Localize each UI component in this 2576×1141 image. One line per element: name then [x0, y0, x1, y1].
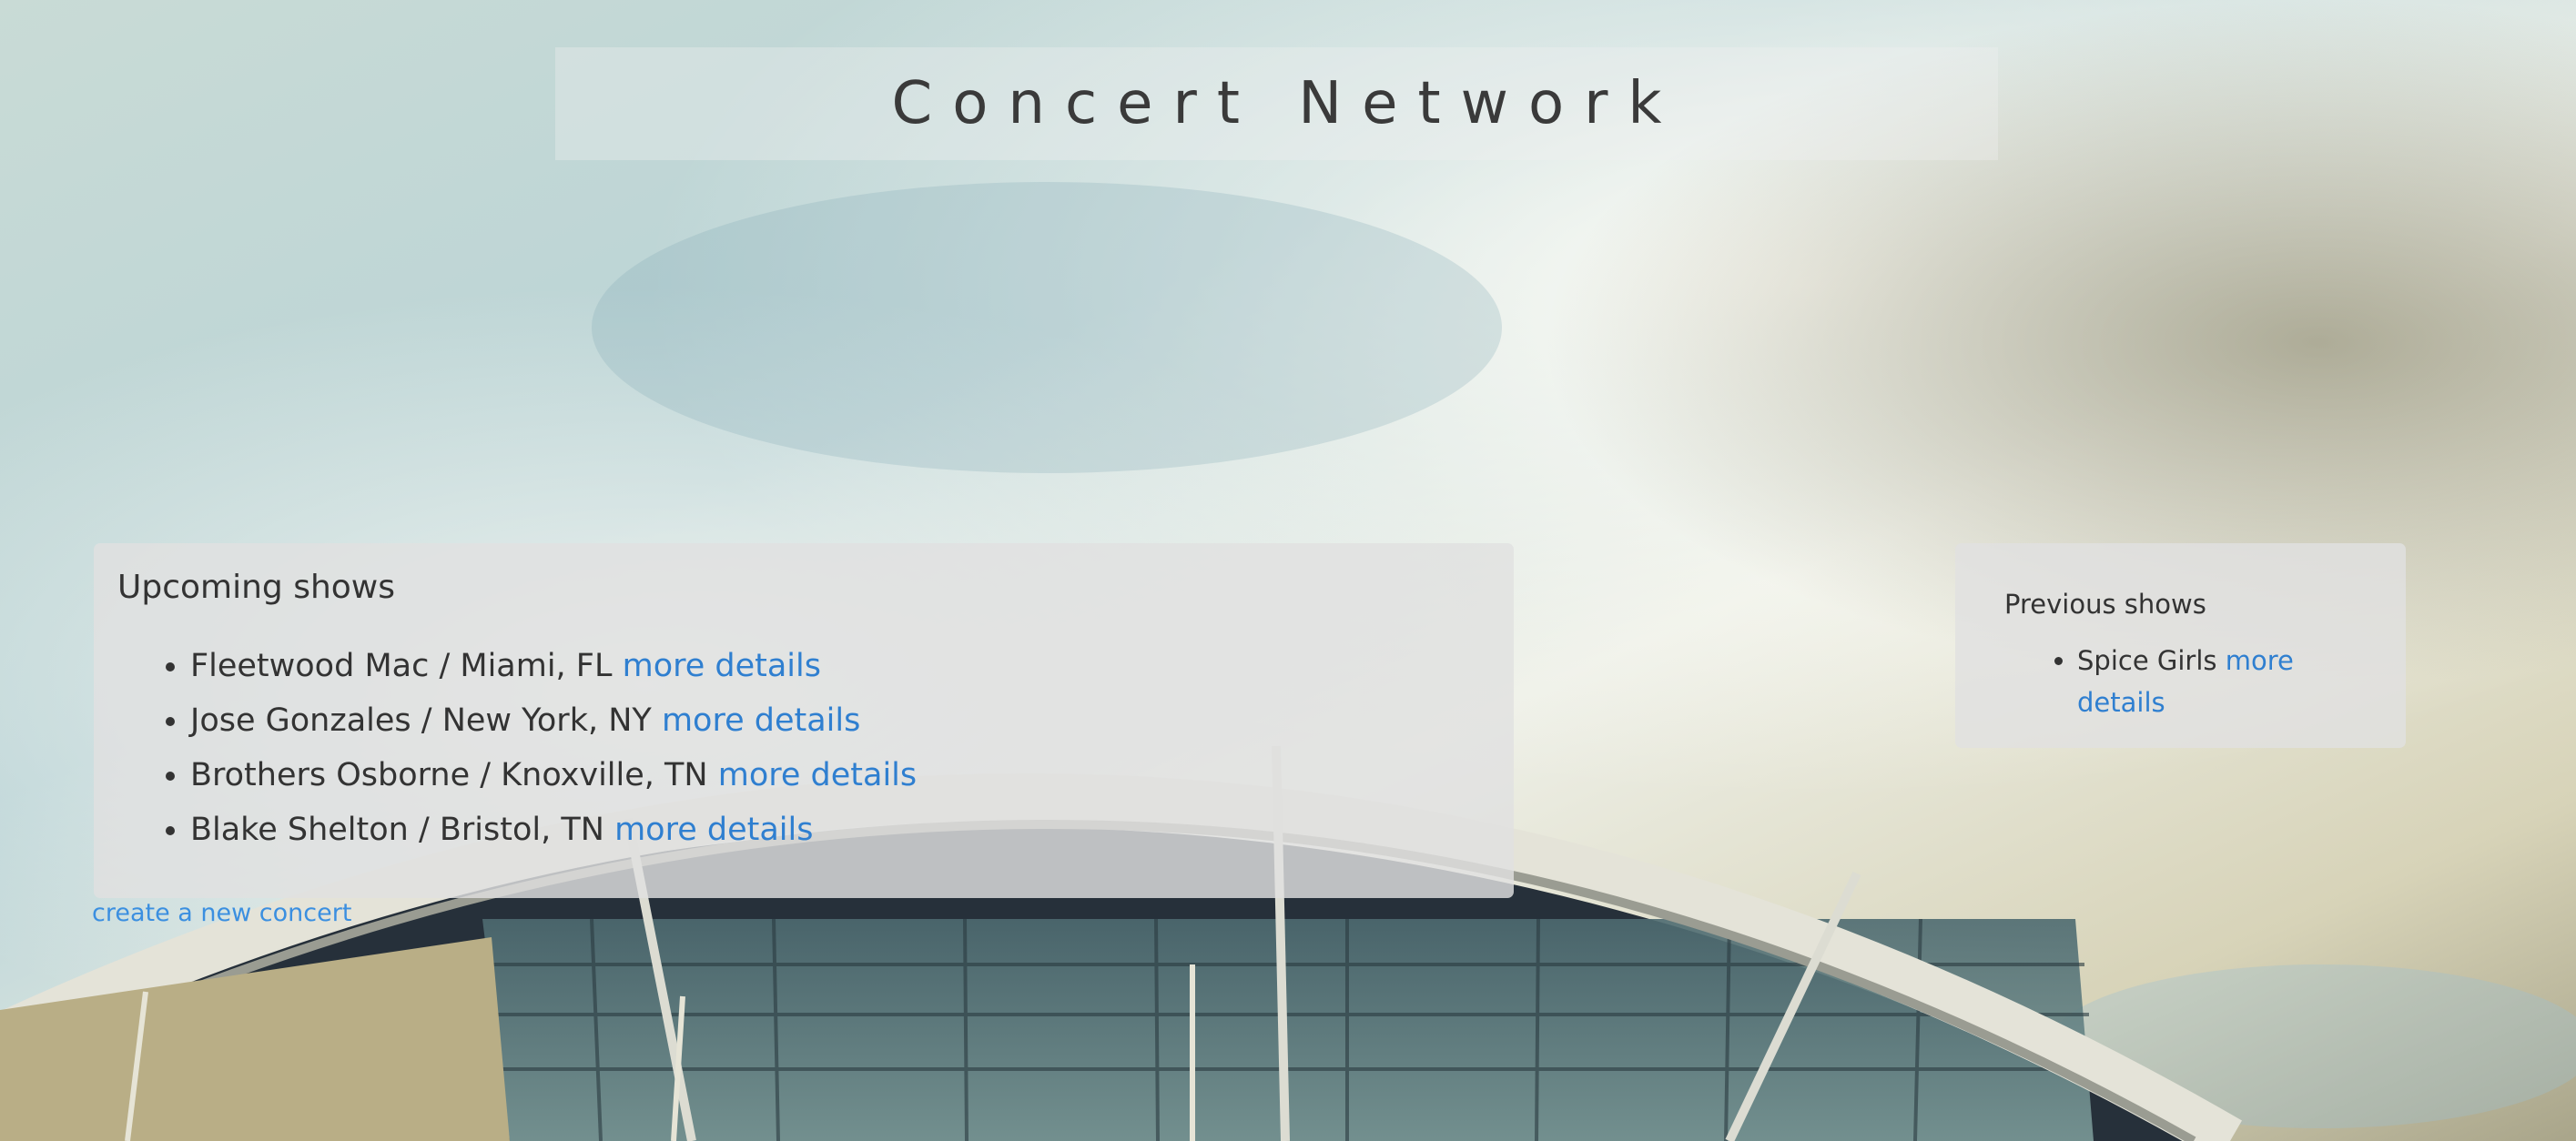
show-text: Blake Shelton / Bristol, TN: [190, 812, 604, 848]
more-details-link[interactable]: more details: [614, 812, 813, 848]
list-item: Jose Gonzales / New York, NY more detail…: [190, 693, 1490, 748]
show-text: Jose Gonzales / New York, NY: [190, 702, 652, 739]
create-concert-link[interactable]: create a new concert: [92, 899, 351, 927]
more-details-link[interactable]: more details: [662, 702, 860, 739]
upcoming-shows-panel: Upcoming shows Fleetwood Mac / Miami, FL…: [94, 543, 1514, 898]
list-item: Blake Shelton / Bristol, TN more details: [190, 803, 1490, 857]
previous-shows-list: Spice Girls more details: [2004, 640, 2357, 723]
previous-shows-heading: Previous shows: [2004, 589, 2206, 620]
list-item: Brothers Osborne / Knoxville, TN more de…: [190, 748, 1490, 803]
more-details-link[interactable]: more details: [718, 757, 917, 793]
list-item: Fleetwood Mac / Miami, FL more details: [190, 639, 1490, 693]
title-banner: Concert Network: [555, 47, 1998, 160]
show-text: Spice Girls: [2077, 645, 2217, 676]
upcoming-shows-heading: Upcoming shows: [117, 569, 395, 606]
site-title: Concert Network: [891, 70, 1682, 137]
more-details-link[interactable]: more details: [623, 648, 821, 684]
upcoming-shows-list: Fleetwood Mac / Miami, FL more details J…: [117, 639, 1490, 857]
list-item: Spice Girls more details: [2077, 640, 2357, 723]
show-text: Brothers Osborne / Knoxville, TN: [190, 757, 708, 793]
previous-shows-panel: Previous shows Spice Girls more details: [1955, 543, 2406, 748]
show-text: Fleetwood Mac / Miami, FL: [190, 648, 613, 684]
